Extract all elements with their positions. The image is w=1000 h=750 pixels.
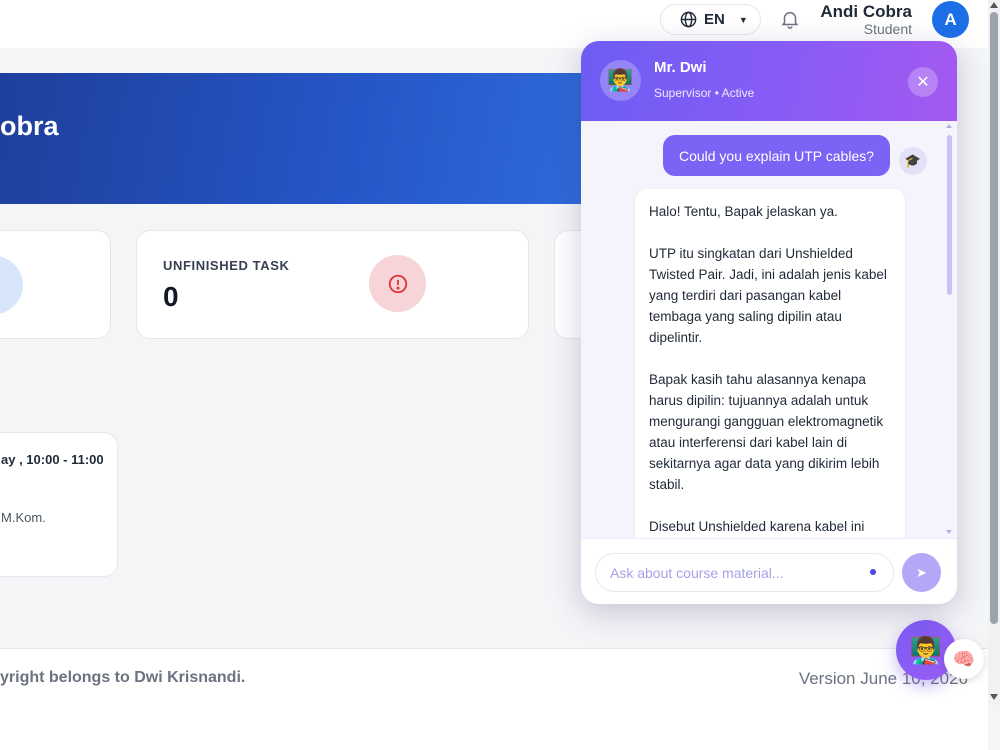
- scrollbar-thumb[interactable]: [990, 12, 998, 624]
- schedule-card[interactable]: ay , 10:00 - 11:00 M.Kom.: [0, 432, 118, 577]
- teacher-avatar-icon: 👨‍🏫: [600, 60, 641, 101]
- alert-circle-icon: [369, 255, 426, 312]
- send-icon: ➤: [916, 564, 927, 580]
- unfinished-task-card: UNFINISHED TASK 0: [136, 230, 529, 339]
- bot-paragraph: UTP itu singkatan dari Unshielded Twiste…: [649, 246, 887, 345]
- globe-icon: [680, 11, 697, 28]
- graduation-cap-icon: 🎓: [899, 147, 927, 175]
- welcome-banner: obra: [0, 73, 640, 204]
- user-role: Student: [863, 21, 912, 37]
- chat-scrollbar[interactable]: [945, 121, 954, 538]
- chat-header: 👨‍🏫 Mr. Dwi Supervisor • Active ✕: [581, 41, 957, 121]
- language-selector[interactable]: EN ▼: [660, 4, 761, 35]
- footer: yright belongs to Dwi Krisnandi. Version…: [0, 648, 988, 750]
- bot-paragraph: Halo! Tentu, Bapak jelaskan ya.: [649, 204, 838, 219]
- footer-copyright: yright belongs to Dwi Krisnandi.: [0, 669, 246, 686]
- teacher-avatar-icon: 👨‍🏫: [909, 634, 943, 665]
- stat-card: [0, 230, 111, 339]
- page-scrollbar[interactable]: [988, 0, 1000, 705]
- bot-paragraph: Bapak kasih tahu alasannya kenapa harus …: [649, 372, 884, 492]
- send-button[interactable]: ➤: [902, 553, 941, 592]
- language-label: EN: [704, 11, 725, 28]
- brain-icon[interactable]: 🧠: [944, 639, 984, 679]
- scroll-down-arrow-icon[interactable]: [990, 694, 998, 700]
- chat-input[interactable]: [595, 553, 894, 592]
- user-message: Could you explain UTP cables?: [663, 135, 890, 176]
- chat-scrollbar-thumb[interactable]: [947, 135, 952, 295]
- bell-icon[interactable]: [779, 8, 801, 30]
- scroll-down-arrow-icon[interactable]: [946, 530, 952, 534]
- bot-paragraph: Disebut Unshielded karena kabel ini: [649, 519, 865, 534]
- supervisor-name: Mr. Dwi: [654, 59, 707, 76]
- chevron-down-icon: ▼: [738, 14, 748, 25]
- user-name[interactable]: Andi Cobra: [820, 2, 912, 22]
- banner-title: obra: [0, 111, 59, 141]
- bot-message: Halo! Tentu, Bapak jelaskan ya. UTP itu …: [635, 189, 905, 538]
- scroll-up-arrow-icon[interactable]: [946, 124, 952, 128]
- chat-input-bar: ➤: [581, 538, 957, 604]
- schedule-time: ay , 10:00 - 11:00: [1, 452, 104, 467]
- close-icon[interactable]: ✕: [908, 67, 938, 97]
- chat-panel: 👨‍🏫 Mr. Dwi Supervisor • Active ✕ Could …: [581, 41, 957, 604]
- supervisor-status: Supervisor • Active: [654, 86, 755, 100]
- schedule-teacher: M.Kom.: [1, 510, 46, 525]
- typing-indicator-dot: [870, 569, 876, 575]
- unfinished-task-label: UNFINISHED TASK: [163, 258, 290, 273]
- unfinished-task-value: 0: [163, 281, 179, 312]
- chat-messages[interactable]: Could you explain UTP cables? 🎓 Halo! Te…: [581, 121, 957, 538]
- scroll-up-arrow-icon[interactable]: [990, 2, 998, 8]
- avatar[interactable]: A: [932, 1, 969, 38]
- document-icon: [0, 255, 23, 315]
